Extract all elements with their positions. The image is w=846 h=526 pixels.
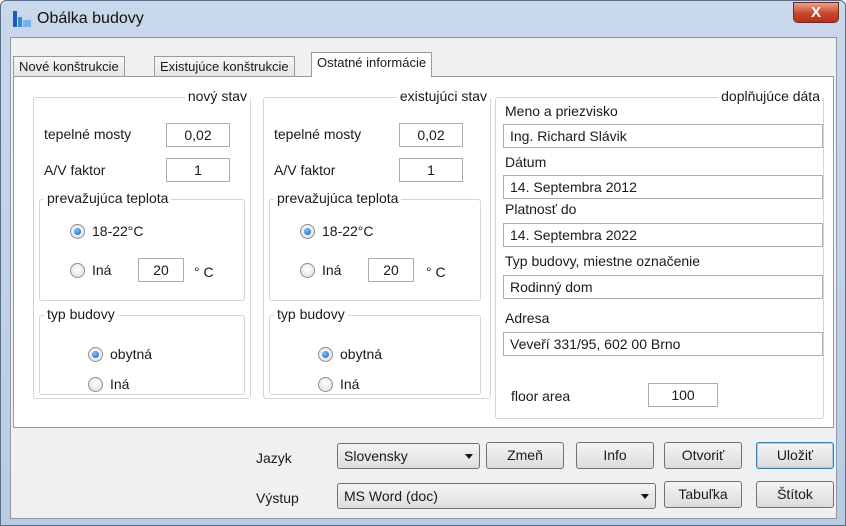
info-button[interactable]: Info [576,442,654,469]
close-button[interactable]: X [793,2,839,23]
output-select[interactable]: MS Word (doc) [337,483,656,509]
output-label: Výstup [256,490,299,506]
existing-building-option2-label: Iná [340,376,360,392]
tab-other-info[interactable]: Ostatné informácie [311,52,433,77]
open-button[interactable]: Otvoriť [664,442,742,469]
new-temp-other-input[interactable]: 20 [138,258,184,282]
group-new-building-type: typ budovy obytná Iná [39,306,245,395]
group-new-state-title: nový stav [184,88,250,104]
new-temperature-title: prevažujúca teplota [44,190,172,206]
address-input[interactable]: Veveří 331/95, 602 00 Brno [503,332,823,356]
name-label: Meno a priezvisko [505,103,618,119]
group-new-state: nový stav tepelné mosty 0,02 A/V faktor … [33,88,251,399]
window-title: Obálka budovy [37,10,144,27]
tab-existing-constructions[interactable]: Existujúce konštrukcie [154,56,295,77]
title-bar[interactable]: Obálka budovy X [1,1,846,37]
address-label: Adresa [505,310,550,326]
new-thermal-bridges-label: tepelné mosty [44,126,132,142]
date-input[interactable]: 14. Septembra 2012 [503,175,823,199]
new-building-radio-other[interactable] [88,377,103,392]
new-thermal-bridges-input[interactable]: 0,02 [166,123,230,147]
new-temp-radio-other[interactable] [70,263,85,278]
label-button[interactable]: Štítok [756,481,834,508]
existing-thermal-bridges-input[interactable]: 0,02 [399,123,463,147]
existing-temp-other-input[interactable]: 20 [368,258,414,282]
new-building-option2-label: Iná [110,376,130,392]
existing-temp-option1-label: 18-22°C [322,223,374,239]
existing-building-radio-residential[interactable] [318,347,333,362]
floor-area-input[interactable]: 100 [648,383,718,407]
existing-av-factor-label: A/V faktor [274,162,336,178]
new-building-option1-label: obytná [110,346,153,362]
group-new-temperature: prevažujúca teplota 18-22°C Iná 20 ° C [39,190,245,301]
change-button[interactable]: Zmeň [486,442,564,469]
tab-new-constructions[interactable]: Nové konštrukcie [13,56,125,77]
existing-temp-radio-other[interactable] [300,263,315,278]
save-button[interactable]: Uložiť [756,442,834,469]
language-label: Jazyk [256,450,292,466]
additional-data-title: doplňujúce dáta [718,88,823,104]
language-select-value: Slovensky [344,448,408,464]
group-existing-temperature: prevažujúca teplota 18-22°C Iná 20 ° C [269,190,481,301]
existing-building-radio-other[interactable] [318,377,333,392]
existing-thermal-bridges-label: tepelné mosty [274,126,362,142]
new-av-factor-input[interactable]: 1 [166,158,230,182]
table-button[interactable]: Tabuľka [664,481,742,508]
existing-temp-option2-label: Iná [322,262,342,278]
new-temp-option2-label: Iná [92,262,112,278]
group-additional-data: doplňujúce dáta Meno a priezvisko Ing. R… [495,88,824,419]
building-type-input[interactable]: Rodinný dom [503,275,823,299]
new-temp-option1-label: 18-22°C [92,223,144,239]
client-area: Nové konštrukcie Existujúce konštrukcie … [10,37,837,519]
new-temp-unit: ° C [194,264,214,280]
valid-until-input[interactable]: 14. Septembra 2022 [503,223,823,247]
app-chart-icon [13,11,31,27]
existing-temperature-title: prevažujúca teplota [274,190,402,206]
floor-area-label: floor area [511,388,571,404]
tab-panel-other-info: nový stav tepelné mosty 0,02 A/V faktor … [13,76,834,428]
application-window: Obálka budovy X Nové konštrukcie Existuj… [0,0,846,526]
chevron-down-icon [465,454,473,459]
name-input[interactable]: Ing. Richard Slávik [503,124,823,148]
new-av-factor-label: A/V faktor [44,162,106,178]
existing-av-factor-input[interactable]: 1 [399,158,463,182]
chevron-down-icon [641,494,649,499]
group-existing-state: existujúci stav tepelné mosty 0,02 A/V f… [263,88,491,399]
date-label: Dátum [505,154,547,170]
new-building-radio-residential[interactable] [88,347,103,362]
existing-temp-radio-18-22[interactable] [300,224,315,239]
output-select-value: MS Word (doc) [344,488,438,504]
language-select[interactable]: Slovensky [337,443,480,469]
building-type-label: Typ budovy, miestne označenie [505,253,701,269]
group-existing-state-title: existujúci stav [396,88,490,104]
group-existing-building-type: typ budovy obytná Iná [269,306,481,395]
new-building-type-title: typ budovy [44,306,118,322]
existing-temp-unit: ° C [426,264,446,280]
new-temp-radio-18-22[interactable] [70,224,85,239]
existing-building-type-title: typ budovy [274,306,348,322]
valid-until-label: Platnosť do [505,201,577,217]
existing-building-option1-label: obytná [340,346,383,362]
